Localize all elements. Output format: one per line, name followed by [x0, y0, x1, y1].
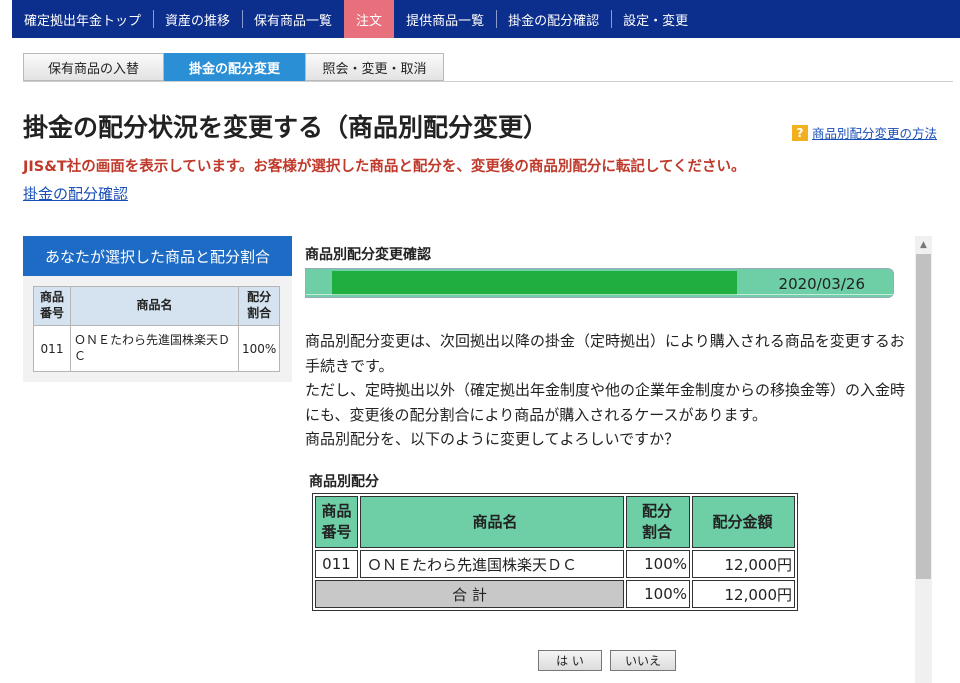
selected-products-table: 商品 番号 商品名 配分 割合 011 ＯＮＥたわら先進国株楽天ＤＣ 100%: [33, 286, 281, 372]
nav-settings[interactable]: 設定・変更: [611, 0, 700, 38]
product-ratio: 100%: [626, 550, 690, 578]
vertical-scrollbar[interactable]: ▲: [915, 236, 932, 683]
nav-asset-history[interactable]: 資産の推移: [153, 0, 242, 38]
nav-dc-top[interactable]: 確定拠出年金トップ: [12, 0, 153, 38]
tab-switch-holdings[interactable]: 保有商品の入替: [23, 53, 164, 81]
column-header-name: 商品名: [360, 496, 624, 548]
help-link[interactable]: ? 商品別配分変更の方法: [792, 123, 937, 142]
tab-inquiry-change-cancel[interactable]: 照会・変更・取消: [305, 53, 444, 81]
total-ratio: 100%: [626, 580, 690, 608]
scroll-thumb[interactable]: [916, 254, 931, 579]
table-header-row: 商品 番号 商品名 配分 割合: [33, 286, 281, 326]
product-name: ＯＮＥたわら先進国株楽天ＤＣ: [360, 550, 624, 578]
nav-order[interactable]: 注文: [344, 0, 395, 38]
allocation-table-title: 商品別配分: [309, 474, 379, 490]
column-header-code: 商品 番号: [315, 496, 358, 548]
column-header-ratio: 配分 割合: [237, 286, 281, 326]
total-amount: 12,000円: [692, 580, 795, 608]
column-header-name: 商品名: [70, 286, 239, 326]
product-code: 011: [315, 550, 358, 578]
description-paragraph: 商品別配分変更は、次回拠出以降の掛金（定時拠出）により購入される商品を変更するお…: [305, 332, 905, 375]
total-label: 合 計: [315, 580, 624, 608]
description-paragraph: ただし、定時拠出以外（確定拠出年金制度や他の企業年金制度からの移換金等）の入金時…: [305, 381, 906, 424]
scroll-up-arrow-icon[interactable]: ▲: [915, 236, 932, 253]
table-header-row: 商品 番号 商品名 配分 割合 配分金額: [315, 496, 795, 548]
tab-change-allocation[interactable]: 掛金の配分変更: [164, 53, 305, 81]
description: 商品別配分変更は、次回拠出以降の掛金（定時拠出）により購入される商品を変更するお…: [305, 329, 905, 452]
total-row: 合 計 100% 12,000円: [315, 580, 795, 608]
help-link-label: 商品別配分変更の方法: [812, 126, 938, 141]
confirm-content: 商品別配分変更確認 2020/03/26 商品別配分変更は、次回拠出以降の掛金（…: [305, 236, 915, 683]
product-code: 011: [33, 325, 71, 372]
yes-button[interactable]: は い: [538, 650, 602, 671]
progress-bar: 2020/03/26: [305, 268, 894, 298]
column-header-amount: 配分金額: [692, 496, 795, 548]
allocation-table: 商品 番号 商品名 配分 割合 配分金額 011 ＯＮＥたわら先進国株楽天ＤＣ 10…: [312, 493, 798, 611]
description-paragraph: 商品別配分を、以下のように変更してよろしいですか？: [305, 430, 680, 448]
help-icon: ?: [792, 124, 808, 141]
column-header-code: 商品 番号: [33, 286, 71, 326]
product-name: ＯＮＥたわら先進国株楽天ＤＣ: [70, 325, 239, 372]
selected-products-header: あなたが選択した商品と配分割合: [23, 236, 292, 276]
sub-tabs: 保有商品の入替 掛金の配分変更 照会・変更・取消: [23, 53, 444, 81]
table-row: 011 ＯＮＥたわら先進国株楽天ＤＣ 100%: [33, 325, 281, 372]
progress-fill: [332, 271, 737, 295]
allocation-confirm-link[interactable]: 掛金の配分確認: [23, 183, 128, 204]
page-title: 掛金の配分状況を変更する（商品別配分変更）: [23, 113, 549, 142]
progress-highlight: [306, 294, 893, 295]
no-button[interactable]: いいえ: [610, 650, 676, 671]
section-title: 商品別配分変更確認: [305, 247, 431, 263]
tabs-divider: [23, 81, 953, 82]
nav-allocation-check[interactable]: 掛金の配分確認: [496, 0, 611, 38]
column-header-ratio: 配分 割合: [626, 496, 690, 548]
top-navigation: 確定拠出年金トップ 資産の推移 保有商品一覧 注文 提供商品一覧 掛金の配分確認…: [12, 0, 960, 38]
notice-text: JIS&T社の画面を表示しています。お客様が選択した商品と配分を、変更後の商品別…: [23, 159, 746, 175]
product-ratio: 100%: [237, 325, 281, 372]
table-row: 011 ＯＮＥたわら先進国株楽天ＤＣ 100% 12,000円: [315, 550, 795, 578]
nav-product-list[interactable]: 提供商品一覧: [394, 0, 496, 38]
selected-products-panel: あなたが選択した商品と配分割合 商品 番号 商品名 配分 割合 011 ＯＮＥたわら…: [23, 236, 292, 382]
product-amount: 12,000円: [692, 550, 795, 578]
progress-date: 2020/03/26: [778, 275, 865, 293]
nav-holdings[interactable]: 保有商品一覧: [242, 0, 344, 38]
